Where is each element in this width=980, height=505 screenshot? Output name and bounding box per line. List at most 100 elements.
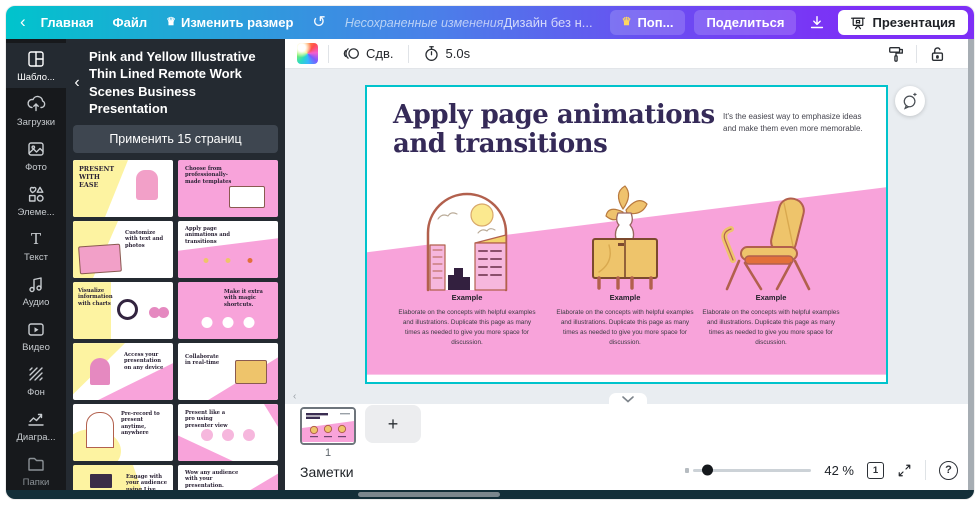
slide-subtitle[interactable]: It's the easiest way to emphasize ideas … (723, 111, 863, 135)
thumbnail-art (90, 358, 110, 385)
filmstrip-scroll-left-icon[interactable]: ‹ (293, 391, 296, 402)
sidebar-item-label: Фото (25, 162, 47, 173)
text-icon: T (26, 229, 46, 249)
apply-pages-button[interactable]: Применить 15 страниц (73, 125, 278, 153)
upgrade-label: Поп... (637, 15, 673, 30)
sidebar-item-video[interactable]: Видео (6, 313, 66, 358)
thumbnail-title: Present like a pro using presenter view (185, 410, 231, 429)
sidebar-item-charts[interactable]: Диагра... (6, 403, 66, 448)
sidebar-item-text[interactable]: T Текст (6, 223, 66, 268)
arched-window-illustration[interactable] (420, 185, 515, 297)
thumbnail-art (136, 170, 158, 200)
template-thumbnail-5[interactable]: Visualize information with charts (73, 282, 173, 339)
horizontal-scrollbar-thumb[interactable] (358, 492, 500, 497)
sidebar-item-background[interactable]: Фон (6, 358, 66, 403)
template-thumbnail-7[interactable]: Access your presentation on any device (73, 343, 173, 400)
photos-icon (26, 139, 46, 159)
svg-text:T: T (31, 230, 41, 248)
sidebar-item-audio[interactable]: Аудио (6, 268, 66, 313)
presentation-icon (850, 15, 866, 31)
design-title[interactable]: Дизайн без н... (503, 15, 592, 30)
folders-icon (26, 454, 46, 474)
zoom-slider[interactable] (693, 469, 811, 472)
thumbnail-art (90, 474, 112, 488)
example-column-1[interactable]: Example Elaborate on the concepts with h… (397, 293, 537, 348)
resize-menu[interactable]: ♛ Изменить размер (166, 15, 293, 30)
armchair-illustration[interactable] (715, 195, 819, 297)
notes-label[interactable]: Заметки (300, 464, 354, 480)
context-toolbar: Сдв. 5.0s (285, 39, 974, 69)
sidebar-item-label: Текст (24, 252, 48, 263)
grid-view-button[interactable]: 1 (867, 462, 884, 479)
template-thumbnail-11[interactable]: Engage with your audience using Live Q&A (73, 465, 173, 490)
sidebar-item-label: Загрузки (17, 117, 55, 128)
toolbar-divider (408, 45, 409, 63)
example-heading: Example (701, 293, 841, 302)
toolbar-right-group (887, 45, 962, 63)
elements-icon (26, 184, 46, 204)
template-thumbnail-6[interactable]: Make it extra with magic shortcuts. (178, 282, 278, 339)
template-thumbnail-8[interactable]: Collaborate in real-time (178, 343, 278, 400)
sidebar-item-elements[interactable]: Элеме... (6, 178, 66, 223)
undo-icon[interactable]: ↺ (312, 12, 325, 32)
audio-icon (26, 274, 46, 294)
sidebar-item-uploads[interactable]: Загрузки (6, 88, 66, 133)
canva-app-window: ‹ Главная Файл ♛ Изменить размер ↺ Несох… (6, 6, 974, 499)
sidebar-item-photos[interactable]: Фото (6, 133, 66, 178)
add-comment-button[interactable] (895, 86, 925, 116)
color-swatch-button[interactable] (297, 43, 318, 64)
help-button[interactable]: ? (939, 461, 958, 480)
cabinet-vase-illustration[interactable] (585, 183, 665, 295)
topbar-right-menu: Дизайн без н... ♛ Поп... Поделиться През… (503, 10, 974, 35)
topbar-left-menu: ‹ Главная Файл ♛ Изменить размер ↺ Несох… (16, 12, 503, 34)
page-1-thumbnail[interactable] (300, 407, 356, 445)
sidebar-item-folders[interactable]: Папки (6, 448, 66, 490)
template-thumbnail-2[interactable]: Choose from professionally-made template… (178, 160, 278, 217)
video-icon (26, 319, 46, 339)
slide-canvas[interactable]: Apply page animations and transitions It… (365, 85, 888, 384)
template-thumbnail-9[interactable]: Pre-record to present anytime, anywhere (73, 404, 173, 461)
panel-back-chevron-icon[interactable]: ‹ (68, 74, 86, 92)
thumbnail-title: Visualize information with charts (78, 288, 111, 307)
animate-icon (343, 45, 360, 62)
sidebar-rail: Шабло... Загрузки Фото Элеме... T Текст … (6, 39, 66, 490)
example-column-3[interactable]: Example Elaborate on the concepts with h… (701, 293, 841, 348)
slide-title[interactable]: Apply page animations and transitions (393, 101, 738, 158)
duration-button[interactable]: 5.0s (419, 43, 475, 64)
window-right-edge (968, 39, 974, 490)
paint-roller-icon[interactable] (887, 45, 905, 63)
template-thumbnail-1[interactable]: PRESENT WITH EASE (73, 160, 173, 217)
background-icon (26, 364, 46, 384)
template-thumbnail-12[interactable]: Wow any audience with your presentation. (178, 465, 278, 490)
sidebar-item-templates[interactable]: Шабло... (6, 43, 66, 88)
filmstrip: 1 + Заметки 42 % 1 ? (285, 404, 974, 490)
file-menu[interactable]: Файл (113, 15, 148, 30)
example-body: Elaborate on the concepts with helpful e… (397, 308, 537, 348)
sidebar-item-label: Элеме... (17, 207, 54, 218)
download-icon[interactable] (805, 14, 829, 32)
window-bottom-edge (6, 490, 974, 499)
fullscreen-icon[interactable] (897, 463, 912, 478)
add-page-button[interactable]: + (365, 405, 421, 443)
upgrade-button[interactable]: ♛ Поп... (610, 10, 686, 35)
sidebar-item-label: Папки (23, 477, 50, 488)
template-thumbnail-3[interactable]: Customize with text and photos (73, 221, 173, 278)
template-thumbnail-4[interactable]: Apply page animations and transitions (178, 221, 278, 278)
status-divider (925, 460, 926, 480)
templates-panel: ‹ Pink and Yellow Illustrative Thin Line… (66, 39, 285, 490)
lock-icon[interactable] (928, 45, 946, 63)
back-chevron-icon[interactable]: ‹ (20, 12, 26, 32)
template-thumbnail-10[interactable]: Present like a pro using presenter view (178, 404, 278, 461)
thumbnail-title: Wow any audience with your presentation. (185, 470, 241, 489)
toolbar-divider (916, 45, 917, 63)
zoom-slider-handle[interactable] (702, 465, 713, 476)
thumbnail-art (78, 244, 122, 275)
animate-button[interactable]: Сдв. (339, 43, 398, 64)
present-button[interactable]: Презентация (838, 10, 967, 35)
home-menu[interactable]: Главная (41, 15, 94, 30)
share-button[interactable]: Поделиться (694, 10, 796, 35)
example-column-2[interactable]: Example Elaborate on the concepts with h… (555, 293, 695, 348)
animate-label: Сдв. (366, 46, 394, 61)
thumbnail-title: Engage with your audience using Live Q&A (126, 474, 168, 490)
uploads-icon (26, 94, 46, 114)
